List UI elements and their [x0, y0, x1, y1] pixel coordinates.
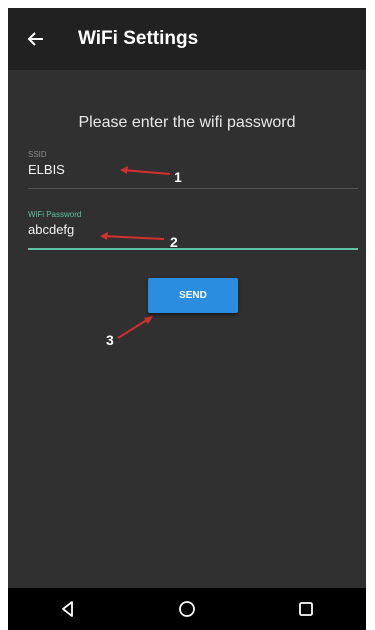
password-underline — [28, 248, 358, 250]
page-title: WiFi Settings — [78, 28, 199, 49]
triangle-back-icon[interactable] — [48, 594, 88, 624]
system-nav-bar — [8, 588, 366, 630]
ssid-underline — [28, 188, 358, 189]
annotation-number-3: 3 — [106, 332, 114, 348]
content-area: Please enter the wifi password SSID WiFi… — [8, 70, 366, 588]
prompt-text: Please enter the wifi password — [78, 114, 296, 131]
annotation-number-1: 1 — [174, 169, 182, 185]
password-field[interactable] — [28, 222, 288, 237]
square-recents-icon[interactable] — [286, 594, 326, 624]
annotation-number-2: 2 — [170, 234, 178, 250]
circle-home-icon[interactable] — [167, 594, 207, 624]
annotation-arrows — [100, 166, 171, 339]
ssid-label: SSID — [28, 150, 47, 159]
app-bar: WiFi Settings — [8, 8, 366, 70]
ssid-field[interactable] — [28, 162, 288, 177]
annotation-arrow-3 — [117, 316, 153, 339]
password-label: WiFi Password — [28, 210, 82, 219]
phone-screen: WiFi Settings Please enter the wifi pass… — [8, 8, 366, 630]
arrow-left-icon[interactable] — [24, 27, 48, 51]
send-button[interactable]: SEND — [148, 278, 238, 313]
